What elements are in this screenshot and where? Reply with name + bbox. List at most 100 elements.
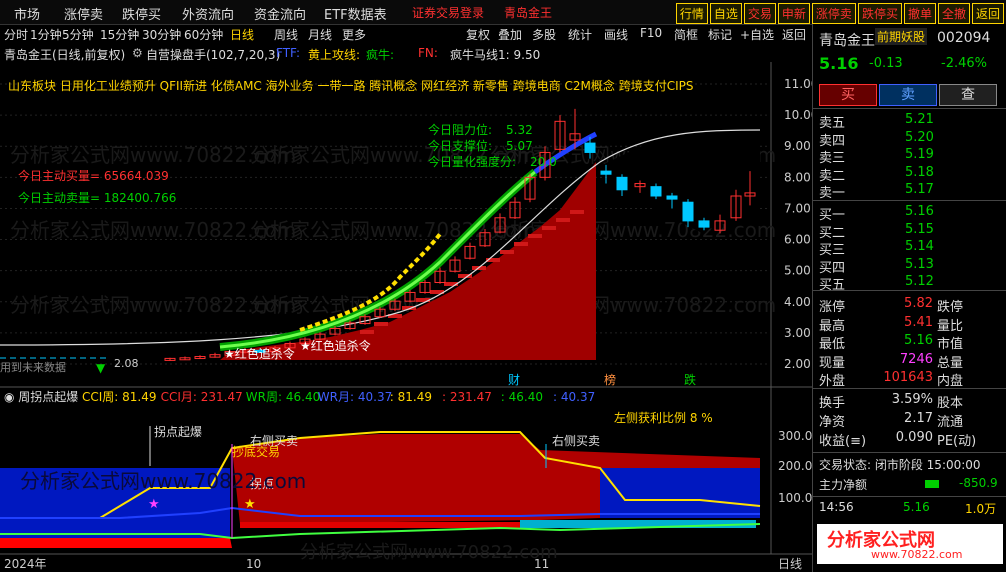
bids-price: 5.16 (905, 204, 934, 219)
down-arrow-icon: ▼ (96, 361, 106, 375)
watermark-text: 分析家公式网www.70822.com (300, 542, 558, 563)
strength-label: 今日量化强度分: (428, 154, 516, 169)
active-sell: 今日主动卖量= 182400.766 (18, 190, 176, 205)
red-step (542, 226, 556, 230)
query-button[interactable]: 查 (939, 84, 997, 106)
divider (813, 388, 1006, 389)
y-tick-label: 9.00 (784, 139, 811, 153)
buy-button[interactable]: 买 (819, 84, 877, 106)
strength-value: 20.0 (530, 155, 557, 169)
x-label: 2024年 (4, 557, 47, 571)
candle-body (584, 142, 596, 153)
period-tab-1[interactable]: 1分钟 (30, 26, 62, 43)
toolbar-btn-7[interactable]: 全撤 (937, 3, 970, 24)
stats-cell: 涨停 (819, 300, 846, 315)
menu-limit-down-buy[interactable]: 跌停买 (122, 4, 161, 23)
y-tick-label: 11.00 (784, 77, 812, 91)
trade-login-link[interactable]: 证券交易登录 (412, 4, 484, 21)
period-tab-2[interactable]: 5分钟 (62, 26, 94, 43)
chart-tool-7[interactable]: 标记 (708, 26, 732, 43)
bids-label: 买三 (819, 243, 846, 258)
red-step (528, 234, 542, 238)
period-tab-0[interactable]: 分时 (4, 26, 28, 43)
star-icon: ★ (148, 497, 160, 512)
y-tick-label: 8.00 (784, 170, 811, 184)
period-tab-4[interactable]: 30分钟 (142, 26, 181, 43)
asks-price: 5.19 (905, 147, 934, 162)
stats-cell: 5.16 (904, 333, 933, 348)
red-volume-area (220, 162, 596, 360)
stats-cell: 5.82 (904, 296, 933, 311)
chart-tool-3[interactable]: 统计 (568, 26, 592, 43)
price-low-label: 2.08 (114, 357, 139, 370)
menu-market[interactable]: 市场 (14, 4, 40, 23)
toolbar-btn-4[interactable]: 涨停卖 (811, 3, 856, 24)
bids-price: 5.13 (905, 256, 934, 272)
main-net-bar (925, 480, 939, 488)
top-menu-bar: 市场 涨停卖 跌停买 外资流向 资金流向 ETF数据表 证券交易登录 青岛金王 … (0, 0, 1006, 25)
stats2-cell: 3.59% (891, 392, 933, 407)
sell-button[interactable]: 卖 (879, 84, 937, 106)
chart-tool-1[interactable]: 叠加 (498, 26, 522, 43)
sub-param: CCI周: 81.49 (82, 390, 157, 404)
menu-limit-up-sell[interactable]: 涨停卖 (64, 4, 103, 23)
chart-tool-2[interactable]: 多股 (532, 26, 556, 43)
main-net-value: -850.9 (959, 476, 998, 490)
stats-cell: 最低 (819, 337, 846, 352)
menu-foreign-flow[interactable]: 外资流向 (182, 4, 234, 23)
period-tab-9[interactable]: 更多 (342, 26, 366, 43)
asks-price: 5.17 (905, 182, 934, 197)
stats-cell: 101643 (883, 370, 933, 385)
stats-cell: 量比 (937, 318, 964, 334)
sub-param: CCI月: 231.47 (161, 390, 243, 404)
stats-cell: 7246 (899, 351, 933, 367)
chart-tool-6[interactable]: 简框 (674, 26, 698, 43)
sub-param: WR周: 46.40 (246, 390, 320, 404)
toolbar-btn-2[interactable]: 交易 (743, 3, 776, 24)
period-tab-8[interactable]: 月线 (308, 26, 332, 43)
signal-label-1: ★红色追杀令 (224, 346, 295, 361)
trade-status: 交易状态: 闭市阶段 15:00:00 (819, 458, 981, 472)
stock-code: 002094 (937, 30, 991, 46)
tick-price: 5.16 (903, 500, 930, 514)
divider (813, 290, 1006, 291)
stats2-cell: 流通 (937, 415, 964, 430)
asks-label: 卖二 (819, 168, 846, 184)
main-kline-chart[interactable]: 11.00 10.00 9.00 8.00 7.00 6.00 5.00 4.00 3.00 2.… (0, 62, 812, 388)
sub-y-tick: 300.0 (778, 429, 812, 443)
price-change-pct: -2.46% (941, 56, 987, 71)
indicator-name[interactable]: 自营操盘手(102,7,20,3) (146, 46, 280, 63)
bids-price: 5.12 (905, 274, 934, 289)
y-tick-label: 7.00 (784, 201, 811, 215)
sub-y-tick: 200.0 (778, 459, 812, 473)
toolbar-btn-5[interactable]: 跌停买 (857, 3, 902, 24)
toolbar-btn-6[interactable]: 撤单 (903, 3, 936, 24)
sub-y-tick: 100.0 (778, 491, 812, 505)
period-tab-5[interactable]: 60分钟 (184, 26, 223, 43)
stats-cell: 最高 (819, 318, 846, 334)
toolbar-btn-1[interactable]: 自选 (709, 3, 742, 24)
main-net-label: 主力净额 (819, 478, 868, 492)
toolbar-btn-0[interactable]: 行情 (675, 3, 708, 24)
sub-indicator-chart[interactable]: ◉ 周拐点起爆 CCI周: 81.49 CCI月: 231.47 WR周: 46.40… (0, 388, 812, 572)
menu-fund-flow[interactable]: 资金流向 (254, 4, 306, 23)
red-step (570, 210, 584, 214)
menu-etf-table[interactable]: ETF数据表 (324, 4, 387, 23)
stats2-cell: 净资 (819, 415, 846, 430)
sub-label-0: 拐点起爆 (154, 424, 202, 439)
period-tab-6[interactable]: 日线 (230, 26, 254, 43)
chart-tool-5[interactable]: F10 (640, 26, 662, 40)
chart-tool-9[interactable]: 返回 (782, 26, 806, 43)
asks-label: 卖三 (819, 151, 846, 166)
chart-tool-8[interactable]: +自选 (740, 26, 774, 43)
period-tab-7[interactable]: 周线 (274, 26, 298, 43)
stats2-cell: 收益(≡) (819, 434, 867, 449)
settings-icon[interactable]: ⚙ (132, 46, 143, 60)
toolbar-btn-8[interactable]: 返回 (971, 3, 1004, 24)
period-tab-3[interactable]: 15分钟 (100, 26, 139, 43)
chart-tool-0[interactable]: 复权 (466, 26, 490, 43)
toolbar-btn-3[interactable]: 申新 (777, 3, 810, 24)
blue-area-right (600, 468, 760, 518)
chart-tool-4[interactable]: 画线 (604, 26, 628, 43)
asks-label: 卖一 (819, 186, 846, 201)
